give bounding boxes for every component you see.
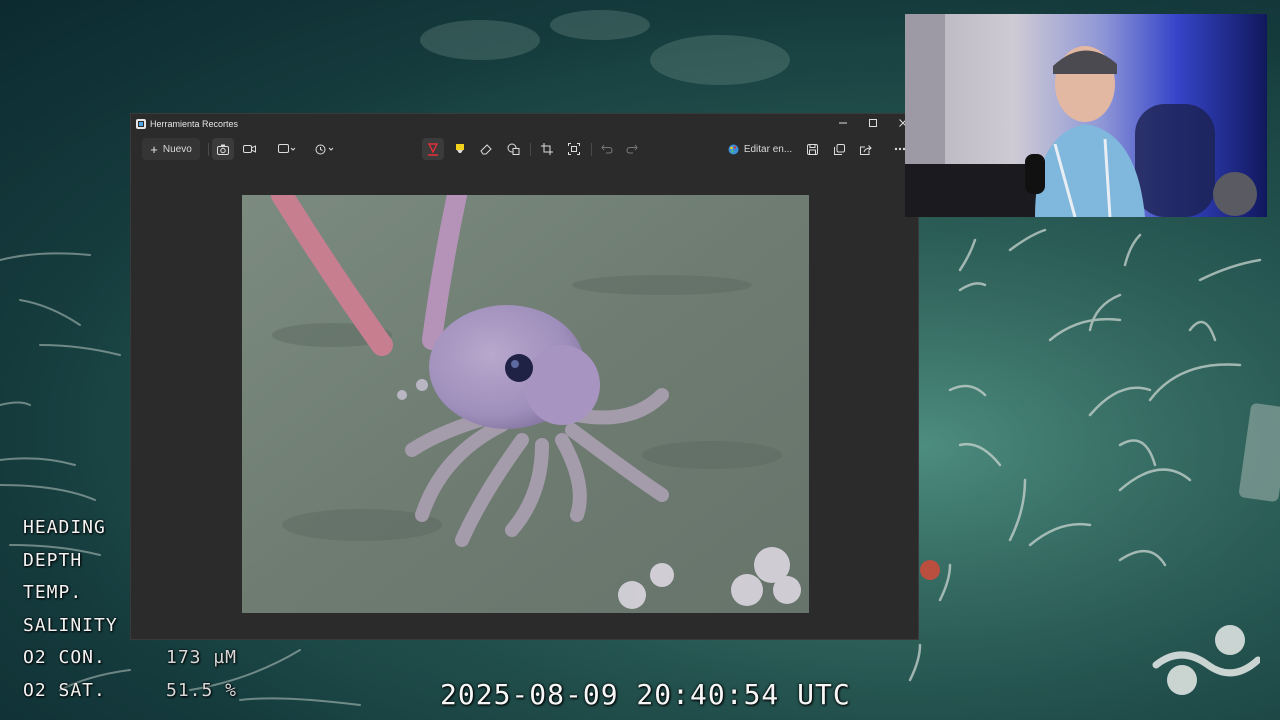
shapes-icon [507,143,519,155]
osd-value: 51.5 % [166,679,238,701]
osd-label: HEADING [23,517,106,538]
share-button[interactable] [855,138,877,160]
window-title: Herramienta Recortes [150,119,239,129]
redo-button[interactable] [621,138,643,160]
osd-value: 173 µM [166,647,238,668]
osd-label: SALINITY [23,614,118,636]
eraser-icon [479,144,492,155]
plus-icon: + [150,141,158,157]
timestamp: 2025-08-09 20:40:54 UTC [440,678,851,711]
edit-in-paint-button[interactable]: Editar en... [727,138,793,160]
osd-row-salinity: SALINITY [23,610,118,643]
new-snip-button[interactable]: + Nuevo [142,138,200,160]
osd-row-temp: TEMP. [23,577,118,610]
osd-row-o2-sat: O2 SAT. 51.5 % [23,675,236,708]
copy-icon [833,143,845,155]
rectangle-mode-icon [278,144,296,153]
maximize-button[interactable] [859,116,887,134]
divider [591,143,592,156]
save-button[interactable] [801,138,823,160]
eraser-tool-button[interactable] [475,138,497,160]
crop-icon [541,143,553,155]
pen-icon [427,143,439,156]
divider [208,143,209,156]
title-bar[interactable]: Herramienta Recortes [131,114,918,136]
osd-row-o2-con: O2 CON. 173 µM [23,642,236,675]
osd-row-heading: HEADING [23,512,118,545]
shapes-tool-button[interactable] [502,138,524,160]
minimize-icon [839,122,847,124]
paint-icon [728,144,739,154]
undo-icon [601,144,613,154]
osd-label: O2 SAT. [23,679,106,701]
copy-button[interactable] [828,138,850,160]
redo-icon [626,144,638,154]
camera-icon [217,144,229,155]
highlighter-tool-button[interactable] [449,138,471,160]
screenshot-mode-button[interactable] [212,138,234,160]
share-icon [860,144,872,155]
osd-label: TEMP. [23,582,83,603]
delay-dropdown[interactable] [312,138,340,160]
divider [530,143,531,156]
text-actions-button[interactable] [563,138,585,160]
crop-button[interactable] [536,138,558,160]
osd-label: O2 CON. [23,647,106,668]
new-snip-label: Nuevo [162,143,192,155]
timer-icon [315,144,334,154]
snipping-tool-icon [136,119,146,129]
watermark-logo [1152,625,1260,695]
save-icon [806,143,818,155]
snipping-tool-window: Herramienta Recortes + Nuevo Editar en..… [130,113,919,640]
minimize-button[interactable] [829,116,857,134]
highlighter-icon [456,144,464,153]
toolbar: + Nuevo Editar en... [131,138,918,162]
snip-shape-dropdown[interactable] [274,138,302,160]
video-mode-button[interactable] [238,138,260,160]
edit-in-label: Editar en... [743,143,793,155]
pen-tool-button[interactable] [422,138,444,160]
webcam-overlay [905,14,1267,217]
maximize-icon [869,119,877,127]
osd-label: DEPTH [23,549,83,571]
video-icon [242,145,256,153]
undo-button[interactable] [596,138,618,160]
captured-screenshot[interactable] [242,195,809,613]
text-actions-icon [568,143,580,155]
sensor-readout-panel: HEADING DEPTH TEMP. SALINITY O2 CON. 173 … [23,512,236,708]
osd-row-depth: DEPTH [23,545,118,578]
